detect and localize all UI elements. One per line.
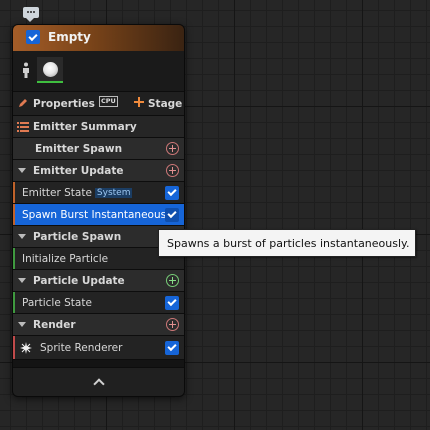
module-spawn-burst-instantaneous[interactable]: Spawn Burst Instantaneous [13, 204, 184, 226]
module-name: Emitter State [22, 186, 92, 199]
add-circle-icon[interactable] [166, 318, 179, 331]
stage-stripe [13, 182, 15, 203]
tooltip: Spawns a burst of particles instantaneou… [158, 229, 416, 257]
add-circle-icon[interactable] [166, 164, 179, 177]
section-label: Emitter Spawn [35, 142, 123, 155]
section-particle-update[interactable]: Particle Update [13, 270, 184, 292]
emitter-summary-label: Emitter Summary [33, 120, 137, 133]
emitter-node[interactable]: Empty Properties CPU Stage Emitter Summa… [12, 24, 185, 397]
add-stage-button[interactable]: Stage [148, 98, 182, 110]
emitter-summary-row[interactable]: Emitter Summary [13, 116, 184, 138]
module-label: Initialize Particle [22, 252, 109, 265]
section-label: Render [33, 318, 76, 331]
stage-stripe [13, 336, 15, 359]
module-emitter-state[interactable]: Emitter State System [13, 182, 184, 204]
chevron-up-icon[interactable] [92, 378, 105, 390]
module-label: Sprite Renderer [40, 341, 123, 354]
collapse-arrow-icon[interactable] [18, 322, 26, 327]
module-enabled-checkbox[interactable] [165, 295, 179, 310]
collapse-arrow-icon[interactable] [18, 234, 26, 239]
collapse-node-button[interactable] [13, 367, 184, 396]
list-icon [17, 122, 29, 132]
section-render[interactable]: Render [13, 314, 184, 336]
comment-icon[interactable] [23, 7, 39, 22]
section-label: Emitter Update [33, 164, 124, 177]
section-emitter-spawn[interactable]: Emitter Spawn [13, 138, 184, 160]
stage-stripe [13, 204, 15, 225]
person-icon [23, 62, 29, 78]
emitter-thumbnails [13, 51, 184, 92]
collapse-arrow-icon[interactable] [18, 278, 26, 283]
module-label: Spawn Burst Instantaneous [22, 208, 167, 221]
module-sprite-renderer[interactable]: Sprite Renderer [13, 336, 184, 360]
section-emitter-update[interactable]: Emitter Update [13, 160, 184, 182]
sprite-renderer-icon [20, 342, 32, 354]
emitter-enabled-checkbox[interactable] [26, 30, 40, 44]
sprite-thumbnail-icon[interactable] [37, 57, 63, 83]
properties-row: Properties CPU Stage [13, 92, 184, 116]
module-label: Emitter State System [22, 186, 133, 199]
plus-icon[interactable] [134, 97, 144, 107]
tooltip-text: Spawns a burst of particles instantaneou… [167, 236, 410, 250]
properties-label[interactable]: Properties [33, 98, 95, 110]
module-enabled-checkbox[interactable] [165, 340, 179, 355]
module-enabled-checkbox[interactable] [165, 185, 179, 200]
stage-stripe [13, 292, 15, 313]
add-circle-icon[interactable] [166, 274, 179, 287]
emitter-header[interactable]: Empty [13, 25, 184, 51]
add-circle-icon[interactable] [166, 142, 179, 155]
cpu-icon: CPU [99, 96, 118, 107]
system-badge: System [94, 187, 133, 198]
module-enabled-checkbox[interactable] [165, 207, 179, 222]
stage-stripe [13, 248, 15, 269]
emitter-title: Empty [48, 30, 91, 44]
module-label: Particle State [22, 296, 92, 309]
section-label: Particle Update [33, 274, 125, 287]
collapse-arrow-icon[interactable] [18, 168, 26, 173]
section-label: Particle Spawn [33, 230, 122, 243]
module-particle-state[interactable]: Particle State [13, 292, 184, 314]
pencil-icon[interactable] [18, 98, 28, 108]
